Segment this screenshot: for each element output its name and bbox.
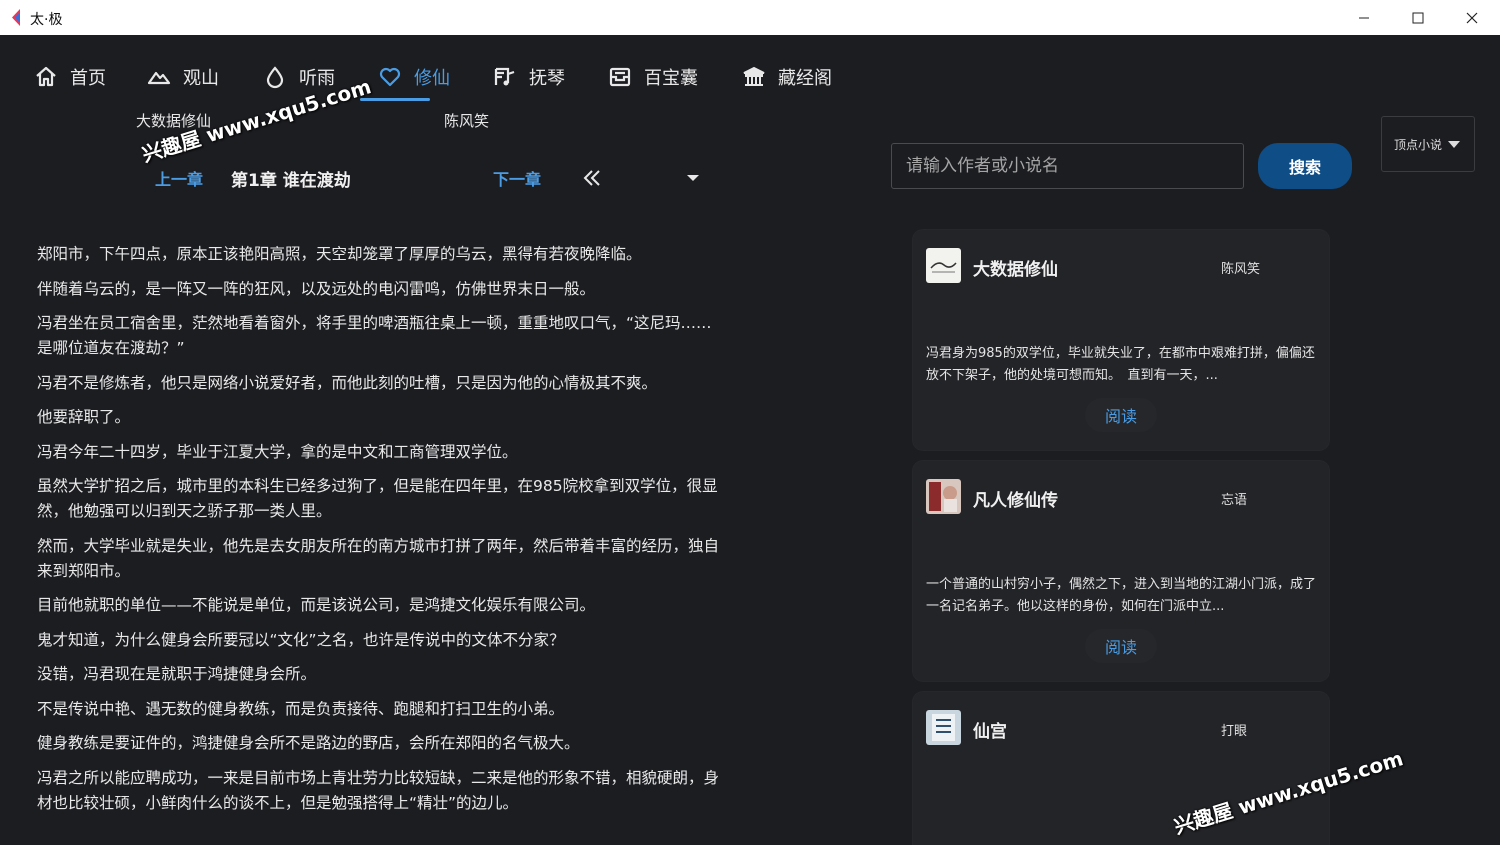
inbox-icon [609,67,631,87]
paragraph: 冯君不是修炼者，他只是网络小说爱好者，而他此刻的吐槽，只是因为他的心情极其不爽。 [37,373,658,392]
maximize-icon [1412,12,1424,23]
result-title: 凡人修仙传 [973,491,1058,511]
home-icon [36,66,56,87]
double-chevron-left-icon [583,170,600,186]
result-description: 冯君身为985的双学位，毕业就失业了，在都市中艰难打拼，偏偏还放不下架子，他的处… [926,346,1315,383]
paragraph: 没错，冯君现在是就职于鸿捷健身会所。 [37,665,317,683]
heart-icon [379,67,401,87]
nav-item-xiuxian[interactable]: 修仙 [378,57,450,97]
nav-label: 修仙 [414,68,450,89]
result-author: 忘语 [1221,493,1248,508]
result-card: 仙宫 打眼 [913,692,1329,845]
chapter-content: 郑阳市，下午四点，原本正该艳阳高照，天空却笼罩了厚厚的乌云，黑得有若夜晚降临。 … [37,242,727,825]
read-button[interactable]: 阅读 [1085,398,1157,432]
caret-down-icon [687,175,699,181]
paragraph: 不是传说中艳、遇无数的健身教练，而是负责接待、跑腿和打扫卫生的小弟。 [37,699,565,718]
paragraph: 虽然大学扩招之后，城市里的本科生已经多过狗了，但是能在四年里，在985院校拿到双… [37,477,718,520]
paragraph: 鬼才知道，为什么健身会所要冠以“文化”之名，也许是传说中的文体不分家？ [37,630,565,649]
temple-icon [743,66,765,86]
caret-down-icon [1448,141,1460,148]
search-input[interactable] [891,143,1244,189]
paragraph: 目前他就职的单位——不能说是单位，而是该说公司，是鸿捷文化娱乐有限公司。 [37,596,596,614]
book-cover-image [926,710,961,745]
chapter-title: 第1章 谁在渡劫 [231,170,351,191]
nav-label: 首页 [70,68,106,89]
result-card: 大数据修仙 陈风笑 冯君身为985的双学位，毕业就失业了，在都市中艰难打拼，偏偏… [913,230,1329,450]
paragraph: 冯君坐在员工宿舍里，茫然地看着窗外，将手里的啤酒瓶往桌上一顿，重重地叹口气，“这… [37,314,712,357]
paragraph: 冯君之所以能应聘成功，一来是目前市场上青壮劳力比较短缺，二来是他的形象不错，相貌… [37,768,720,812]
paragraph: 冯君今年二十四岁，毕业于江夏大学，拿的是中文和工商管理双学位。 [37,442,518,461]
music-note-icon [494,67,515,86]
minimize-button[interactable] [1337,0,1391,35]
chapter-dropdown[interactable] [686,166,700,190]
result-title: 仙宫 [973,722,1007,742]
next-chapter-button[interactable]: 下一章 [493,166,541,190]
nav-label: 藏经阁 [778,68,832,89]
search-button[interactable]: 搜索 [1258,143,1352,189]
title-bar: 太·极 [0,0,1500,35]
maximize-button[interactable] [1391,0,1445,35]
nav-label: 观山 [183,68,219,89]
prev-chapter-button[interactable]: 上一章 [155,166,203,190]
nav-item-mountain[interactable]: 观山 [147,57,219,97]
result-title: 大数据修仙 [973,260,1058,280]
nav-item-library[interactable]: 藏经阁 [742,57,832,97]
water-drop-icon [266,66,284,89]
paragraph: 伴随着乌云的，是一阵又一阵的狂风，以及远处的电闪雷鸣，仿佛世界末日一般。 [37,279,596,298]
nav-item-treasure[interactable]: 百宝囊 [608,57,698,97]
paragraph: 郑阳市，下午四点，原本正该艳阳高照，天空却笼罩了厚厚的乌云，黑得有若夜晚降临。 [37,245,642,263]
collapse-button[interactable] [582,166,602,190]
close-button[interactable] [1445,0,1499,35]
source-select[interactable]: 顶点小说 [1381,116,1475,172]
result-author: 陈风笑 [1221,262,1261,277]
nav-label: 抚琴 [529,68,565,89]
app-logo-icon [12,9,20,26]
result-author: 打眼 [1221,724,1248,739]
minimize-icon [1359,17,1369,18]
paragraph: 健身教练是要证件的，鸿捷健身会所不是路边的野店，会所在郑阳的名气极大。 [37,734,580,752]
paragraph: 然而，大学毕业就是失业，他先是去女朋友所在的南方城市打拼了两年，然后带着丰富的经… [37,536,720,580]
result-description: 一个普通的山村穷小子，偶然之下，进入到当地的江湖小门派，成了一名记名弟子。他以这… [926,577,1317,614]
paragraph: 他要辞职了。 [37,408,131,426]
next-chapter-label: 下一章 [493,170,542,189]
book-cover-image [926,248,961,283]
nav-item-music[interactable]: 抚琴 [493,57,565,97]
window-title: 太·极 [30,12,63,28]
read-button[interactable]: 阅读 [1085,629,1157,663]
prev-chapter-label: 上一章 [155,170,204,189]
nav-item-home[interactable]: 首页 [34,57,106,97]
book-cover-image [926,479,961,514]
source-select-value: 顶点小说 [1394,137,1443,152]
reader-author: 陈风笑 [444,112,490,130]
nav-label: 百宝囊 [644,68,698,89]
result-card: 凡人修仙传 忘语 一个普通的山村穷小子，偶然之下，进入到当地的江湖小门派，成了一… [913,461,1329,681]
close-icon [1466,12,1478,23]
mountain-icon [147,71,171,85]
